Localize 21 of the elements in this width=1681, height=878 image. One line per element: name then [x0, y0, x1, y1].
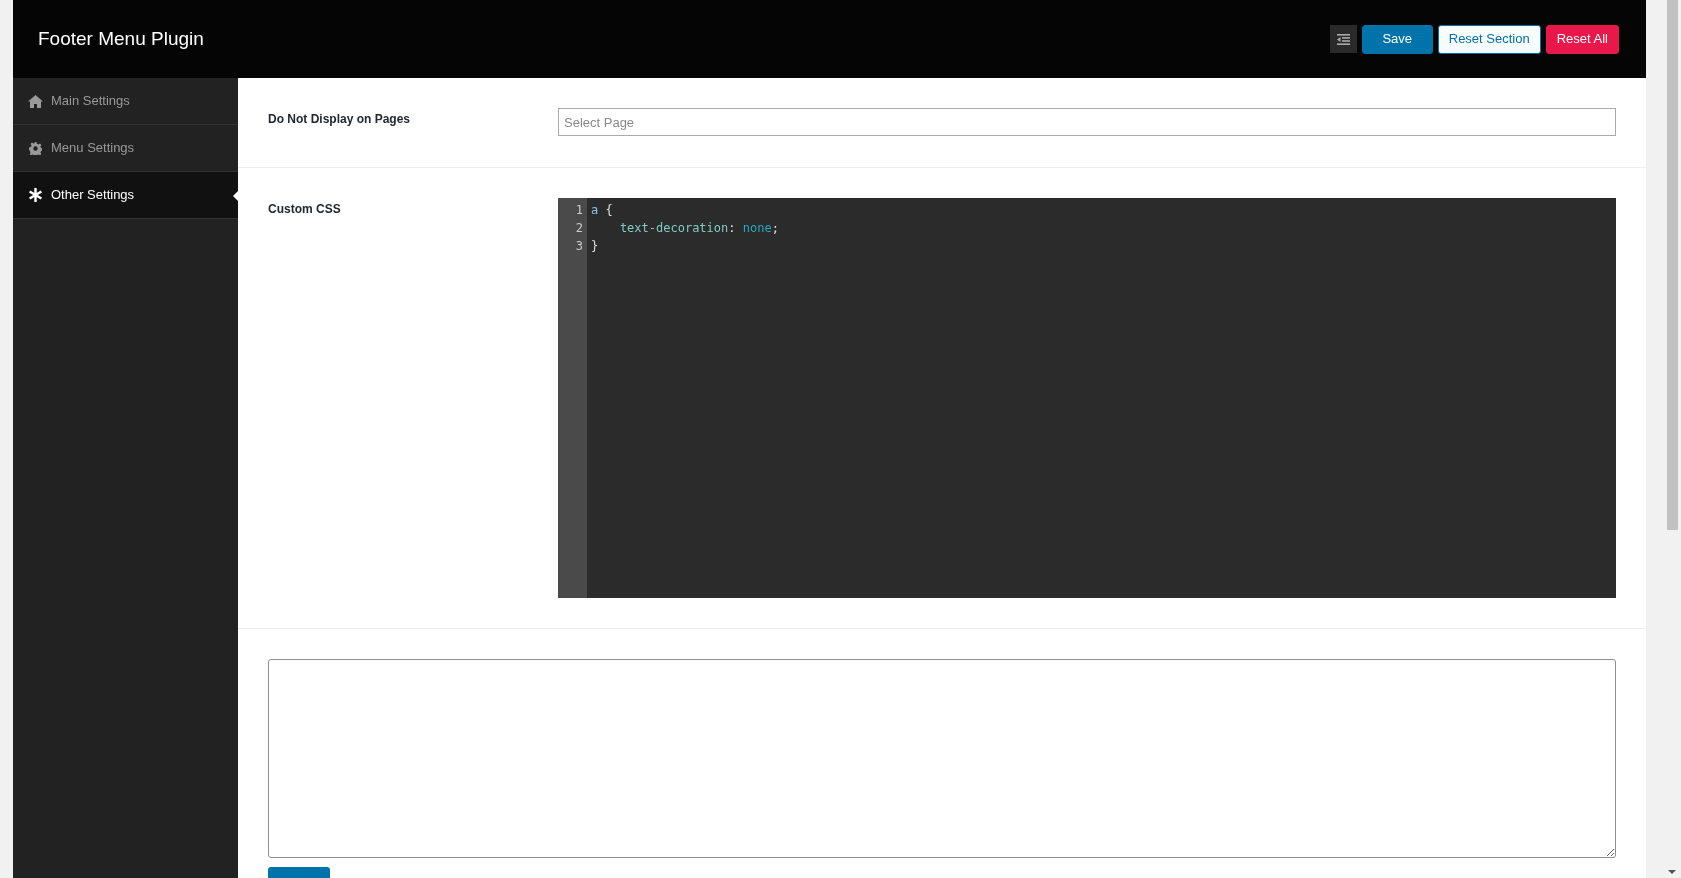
code-line: text-decoration: none;: [618, 220, 779, 237]
home-icon: [28, 94, 43, 108]
gear-icon: [29, 141, 42, 155]
select-page-field[interactable]: Select Page: [558, 108, 1616, 136]
page-title: Footer Menu Plugin: [38, 26, 204, 51]
code-line: }: [591, 238, 600, 255]
code-line: a {: [591, 202, 614, 219]
field-label: Custom CSS: [268, 201, 342, 218]
indent-icon: [1336, 33, 1350, 45]
sidebar-item[interactable]: Other Settings: [13, 172, 238, 219]
line-number: 1: [575, 202, 583, 219]
reset-all-button[interactable]: Reset All: [1545, 24, 1619, 54]
line-number: 3: [575, 238, 583, 255]
save-button[interactable]: Save: [1361, 24, 1433, 54]
text-area[interactable]: [268, 659, 1616, 858]
asterisk-icon: [29, 188, 42, 202]
reset-section-button[interactable]: Reset Section: [1437, 24, 1541, 54]
field-label: Do Not Display on Pages: [268, 111, 412, 128]
line-number: 2: [575, 220, 583, 237]
collapse-menu-button[interactable]: [1329, 25, 1357, 53]
code-editor[interactable]: 1 2 3 a { text-decoration: none; }: [558, 198, 1616, 598]
